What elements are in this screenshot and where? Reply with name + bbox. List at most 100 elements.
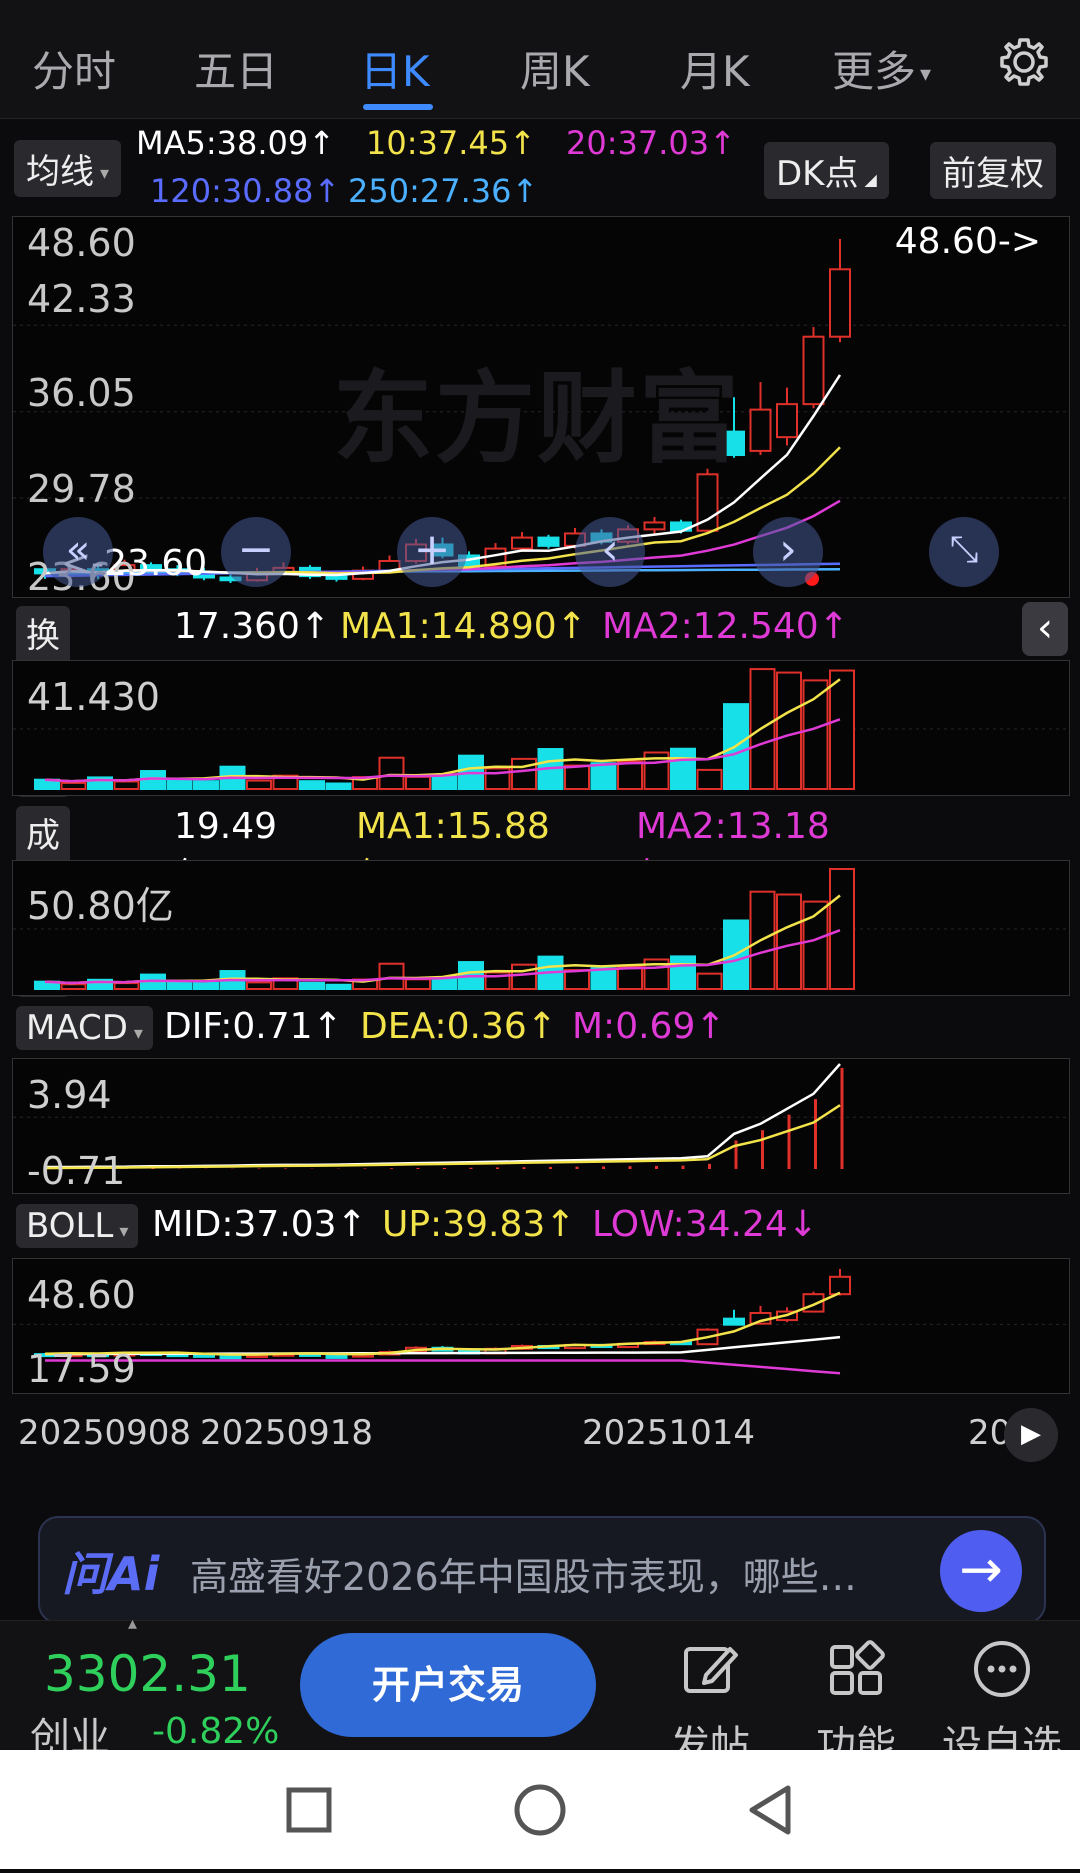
ai-logo: 问Ai xyxy=(62,1547,160,1601)
macd-title: MACD xyxy=(26,1008,128,1048)
volume-bar xyxy=(113,982,140,991)
volume-bar xyxy=(696,972,723,990)
volume-bar xyxy=(829,669,855,791)
boll-candle-body xyxy=(723,1317,745,1326)
candle-body xyxy=(749,408,772,452)
ai-prompt-text: 高盛看好2026年中国股市表现，哪些… xyxy=(190,1555,857,1599)
volume-bar xyxy=(776,671,802,790)
amount-panel: 50.80亿 xyxy=(12,860,1070,996)
volume-bar xyxy=(246,981,272,990)
boll-up-line xyxy=(44,1291,841,1356)
tab-five-day[interactable]: 五日 xyxy=(194,38,278,99)
macd-m: M:0.69↑ xyxy=(572,1006,726,1047)
volume-bar xyxy=(166,779,193,791)
pan-right-button[interactable]: › xyxy=(753,517,823,587)
fullscreen-button[interactable]: ⤡ xyxy=(929,517,999,587)
fq-button[interactable]: 前复权 xyxy=(930,142,1056,199)
boll-low-line xyxy=(45,1359,841,1375)
chevron-left-icon: ‹ xyxy=(1037,605,1053,651)
dk-point-label: DK点 xyxy=(776,154,859,194)
boll-selector[interactable]: BOLL ▾ xyxy=(16,1204,139,1248)
ma1-line xyxy=(44,678,841,783)
candle-body xyxy=(325,575,348,580)
turnover-chart xyxy=(13,668,1069,791)
index-ticker[interactable]: ▴ 3302.31 创业 -0.82% xyxy=(0,1613,290,1761)
ma250-value: 250:27.36↑ xyxy=(348,172,539,210)
volume-bar xyxy=(299,981,325,991)
price-axis-tick: 42.33 xyxy=(27,277,136,321)
minus-icon: − xyxy=(237,524,275,575)
boll-candle-body xyxy=(219,1355,242,1360)
home-icon[interactable] xyxy=(514,1784,566,1836)
volume-bar xyxy=(405,775,431,790)
dea-line xyxy=(44,1104,841,1170)
play-right-icon: ▶ xyxy=(1021,1419,1041,1449)
volume-bar xyxy=(617,760,643,790)
volume-bar xyxy=(670,747,696,790)
volume-bar xyxy=(511,757,537,790)
kline-panel[interactable]: 东方财富 48.60 42.33 36.05 29.78 23.60 48.60… xyxy=(12,216,1070,599)
recent-apps-icon[interactable] xyxy=(286,1787,332,1833)
boll-axis-max: 48.60 xyxy=(27,1273,136,1317)
volume-bar xyxy=(564,764,590,791)
macd-chart xyxy=(13,1063,1069,1170)
plus-icon: + xyxy=(413,524,451,575)
turnover-panel: 41.430 xyxy=(12,660,1070,796)
turnover-ma2: MA2:12.540↑ xyxy=(602,606,849,647)
boll-candle-body xyxy=(325,1354,348,1359)
volume-bar xyxy=(246,779,272,790)
tab-monthly-k[interactable]: 月K xyxy=(680,38,750,99)
price-axis-tick: 36.05 xyxy=(27,371,136,415)
tab-daily-k[interactable]: 日K xyxy=(360,38,430,99)
high-price-marker: 48.60-> xyxy=(894,221,1041,262)
date-label: 20250918 xyxy=(200,1413,374,1453)
tab-more[interactable]: 更多 ▾ xyxy=(832,38,931,99)
gear-icon[interactable] xyxy=(998,36,1050,88)
date-label: 20251014 xyxy=(582,1413,756,1453)
macd-dif: DIF:0.71↑ xyxy=(164,1006,343,1047)
volume-bar xyxy=(696,768,723,790)
scroll-left-button[interactable]: « xyxy=(43,517,113,587)
more-circle-icon xyxy=(974,1641,1030,1697)
amount-axis-max: 50.80亿 xyxy=(27,884,174,928)
volume-bar xyxy=(670,955,696,990)
ai-send-button[interactable]: → xyxy=(940,1530,1022,1612)
corner-triangle-icon: ◢ xyxy=(864,170,877,189)
watermark: 东方财富 xyxy=(333,360,741,477)
scroll-right-button[interactable]: ▶ xyxy=(1004,1408,1058,1462)
pan-left-button[interactable]: ‹ xyxy=(575,517,645,587)
volume-bar xyxy=(776,893,802,990)
index-change: -0.82% xyxy=(152,1711,280,1752)
boll-title: BOLL xyxy=(26,1206,114,1246)
caret-down-icon: ▾ xyxy=(100,163,110,184)
macd-panel: 3.94 -0.71 xyxy=(12,1058,1070,1194)
tab-intraday[interactable]: 分时 xyxy=(32,38,116,99)
edit-icon xyxy=(684,1647,738,1693)
back-icon[interactable] xyxy=(749,1785,791,1835)
macd-axis-max: 3.94 xyxy=(27,1073,112,1117)
turnover-ma1: MA1:14.890↑ xyxy=(340,606,587,647)
ask-ai-bar[interactable]: 问Ai 高盛看好2026年中国股市表现，哪些… → xyxy=(38,1516,1046,1624)
zoom-out-button[interactable]: − xyxy=(221,517,291,587)
volume-bar xyxy=(617,965,643,990)
macd-dea: DEA:0.36↑ xyxy=(360,1006,557,1047)
collapse-side-button[interactable]: ‹ xyxy=(1022,602,1068,656)
volume-bar xyxy=(431,774,458,790)
macd-selector[interactable]: MACD ▾ xyxy=(16,1006,153,1050)
active-tab-indicator xyxy=(363,104,433,110)
open-account-trade-button[interactable]: 开户交易 xyxy=(300,1633,596,1737)
turnover-axis-max: 41.430 xyxy=(27,675,160,719)
ma-selector[interactable]: 均线 ▾ xyxy=(14,140,122,197)
boll-axis-min: 17.59 xyxy=(27,1347,136,1391)
candle-body xyxy=(643,521,666,531)
volume-bar xyxy=(325,782,352,791)
candle-body xyxy=(829,268,851,338)
zoom-in-button[interactable]: + xyxy=(397,517,467,587)
volume-bar xyxy=(60,781,87,790)
volume-bar xyxy=(193,981,219,991)
double-chevron-left-icon: « xyxy=(65,527,91,573)
tab-weekly-k[interactable]: 周K xyxy=(520,38,590,99)
volume-bar xyxy=(590,762,617,791)
dk-point-button[interactable]: DK点 ◢ xyxy=(764,142,889,199)
grid-icon xyxy=(830,1640,885,1695)
